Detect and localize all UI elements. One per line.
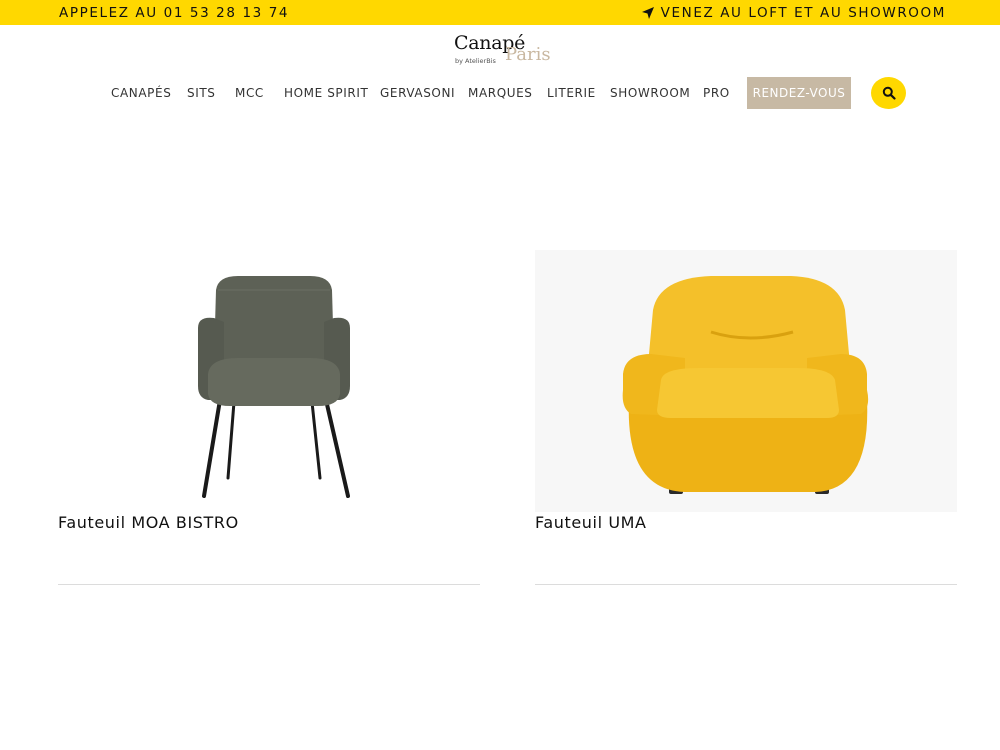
top-info-bar: APPELEZ AU 01 53 28 13 74 VENEZ AU LOFT … xyxy=(0,0,1000,25)
product-divider xyxy=(58,584,480,585)
main-nav: CANAPÉS SITS MCC HOME SPIRIT GERVASONI M… xyxy=(0,77,1000,109)
product-card[interactable]: Fauteuil UMA xyxy=(535,250,957,585)
nav-item-gervasoni[interactable]: GERVASONI xyxy=(380,86,455,100)
product-card[interactable]: Fauteuil MOA BISTRO xyxy=(58,250,480,585)
armchair-illustration xyxy=(198,276,350,498)
visit-showroom-label: VENEZ AU LOFT ET AU SHOWROOM xyxy=(660,4,946,21)
product-title[interactable]: Fauteuil UMA xyxy=(535,513,647,532)
nav-item-sits[interactable]: SITS xyxy=(187,86,216,100)
armchair-illustration xyxy=(622,276,869,494)
search-button[interactable] xyxy=(871,77,906,109)
location-arrow-icon xyxy=(641,6,654,19)
search-icon xyxy=(882,86,896,100)
phone-link[interactable]: APPELEZ AU 01 53 28 13 74 xyxy=(59,5,289,21)
nav-item-mcc[interactable]: MCC xyxy=(235,86,264,100)
logo-byline: by AtelierBis xyxy=(455,57,496,65)
nav-item-home-spirit[interactable]: HOME SPIRIT xyxy=(284,86,368,100)
nav-item-marques[interactable]: MARQUES xyxy=(468,86,533,100)
nav-item-showroom[interactable]: SHOWROOM xyxy=(610,86,690,100)
nav-item-canapes[interactable]: CANAPÉS xyxy=(111,86,171,100)
product-image-uma[interactable] xyxy=(535,250,957,512)
logo-city: Paris xyxy=(505,44,551,65)
site-logo[interactable]: Canapé Paris by AtelierBis xyxy=(452,32,562,68)
nav-item-literie[interactable]: LITERIE xyxy=(547,86,596,100)
product-image-moa-bistro[interactable] xyxy=(58,250,480,512)
nav-item-pro[interactable]: PRO xyxy=(703,86,730,100)
visit-showroom-link[interactable]: VENEZ AU LOFT ET AU SHOWROOM xyxy=(641,5,946,21)
product-title[interactable]: Fauteuil MOA BISTRO xyxy=(58,513,239,532)
rendez-vous-button[interactable]: RENDEZ-VOUS xyxy=(747,77,851,109)
product-divider xyxy=(535,584,957,585)
